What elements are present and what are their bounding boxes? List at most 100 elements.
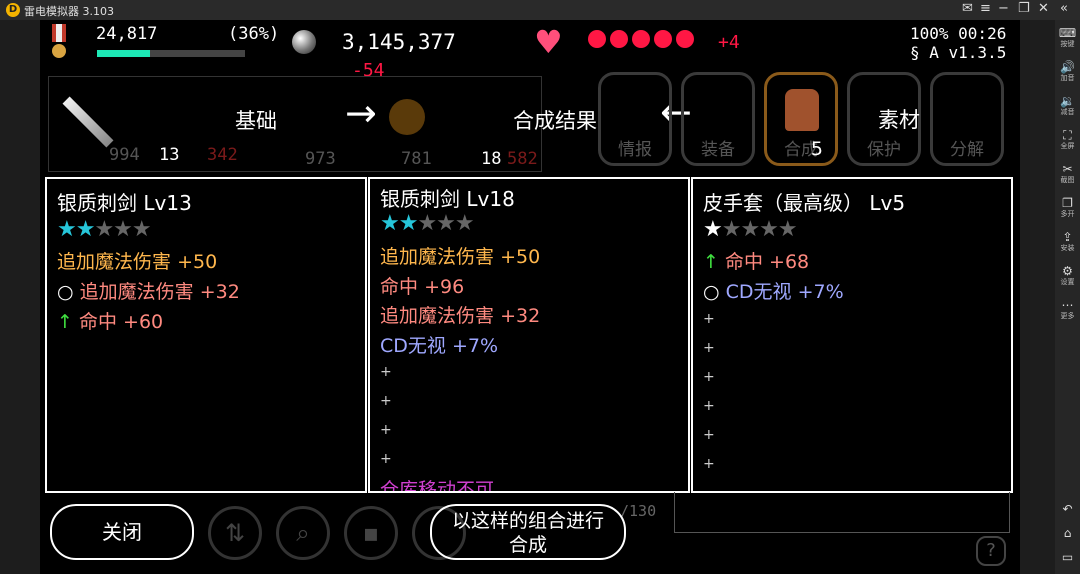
empty-slot: + (703, 456, 715, 472)
box-icon: ▪ (362, 519, 380, 547)
sidebar-item-2[interactable]: 🔉 减音 (1055, 94, 1080, 117)
stat-line: ○ 追加魔法伤害 +32 (57, 277, 240, 304)
life-dot (632, 30, 650, 48)
gem-count: 3,145,377 (342, 30, 456, 54)
stat-line: CD无视 +7% (380, 331, 498, 358)
tab-info[interactable]: 情报 (598, 72, 672, 166)
sword-icon (62, 96, 114, 148)
combine-strip: 994 13 342 基础 → 973 781 合成结果 18 582 (48, 76, 597, 172)
sidebar-icon: ⇪ (1062, 230, 1073, 244)
sidebar-label: 减音 (1060, 108, 1075, 116)
emulator-sidebar: ⌨ 按键 🔊 加音 🔉 减音 ⛶ 全屏 ✂ 截图 ❐ 多开 ⇪ 安装 ⚙ 设置 ⋯ 更多 ↶ ⌂ ▭ (1055, 20, 1080, 574)
item-name: 银质刺剑 (57, 191, 137, 215)
base-item-slot[interactable]: 994 13 (49, 77, 179, 167)
sidebar-icon: 🔊 (1060, 60, 1075, 74)
sidebar-item-1[interactable]: 🔊 加音 (1055, 60, 1080, 83)
item-level: Lv13 (143, 191, 192, 215)
heart-icon: ♥ (534, 23, 563, 61)
exp-percent: (36%) (228, 24, 280, 44)
sidebar-icon: ⚙ (1062, 264, 1073, 278)
tab-combine[interactable]: 合成 5 (764, 72, 838, 166)
help-button[interactable]: ? (976, 536, 1006, 566)
stat-value: +32 (199, 281, 240, 303)
item-title: 银质刺剑 Lv13 (57, 187, 192, 216)
empty-slot: + (380, 393, 392, 409)
sidebar-label: 全屏 (1060, 142, 1075, 150)
stat-line: 追加魔法伤害 +50 (380, 242, 540, 269)
collapse-sidebar-icon[interactable]: « (1060, 1, 1068, 16)
empty-slot: + (380, 422, 392, 438)
sort-button[interactable]: ⇅ (208, 506, 262, 560)
slot-value: 18 (481, 149, 502, 169)
empty-slot: + (380, 451, 392, 467)
life-dot (588, 30, 606, 48)
sidebar-icon: 🔉 (1060, 94, 1075, 108)
sort-icon: ⇅ (224, 519, 246, 547)
exp-bar (97, 50, 245, 57)
sidebar-item-6[interactable]: ⇪ 安装 (1055, 230, 1080, 253)
slot-value: 582 (507, 149, 538, 169)
back-icon[interactable]: ↶ (1055, 502, 1080, 516)
slot-value: 342 (207, 145, 238, 165)
stat-value: +60 (123, 311, 164, 333)
sidebar-label: 更多 (1060, 312, 1075, 320)
search-button[interactable]: ⌕ (276, 506, 330, 560)
mail-icon[interactable]: ✉ (962, 1, 973, 16)
sidebar-item-3[interactable]: ⛶ 全屏 (1055, 128, 1080, 151)
tab-count: 5 (810, 138, 823, 160)
empty-slot: + (703, 340, 715, 356)
close-button[interactable]: 关闭 (50, 504, 194, 560)
empty-slot: + (380, 364, 392, 380)
game-screen: 24,817 (36%) 3,145,377 -54 ♥ +4 100% 00:… (40, 20, 1020, 574)
stat-text: 追加魔法伤害 (380, 246, 495, 268)
lives-extra: +4 (718, 32, 740, 53)
slot-value: 781 (401, 149, 432, 169)
emulator-title-bar: D 雷电模拟器 3.103 ✉ ≡ − ❐ ✕ « (0, 0, 1080, 20)
base-label: 基础 (235, 109, 277, 133)
slot-value: 994 (109, 145, 140, 165)
base-item-panel: 银质刺剑 Lv13 ★★★★★ 追加魔法伤害 +50 ○ 追加魔法伤害 +32 … (45, 177, 367, 493)
sidebar-label: 设置 (1060, 278, 1075, 286)
item-name: 银质刺剑 (380, 187, 460, 211)
exp-bar-fill (97, 50, 151, 57)
item-name: 皮手套（最高级） (703, 191, 863, 215)
tab-equip[interactable]: 装备 (681, 72, 755, 166)
up-arrow-icon: ↑ (57, 311, 73, 333)
star-rating: ★★★★★ (57, 217, 152, 242)
life-dot (610, 30, 628, 48)
search-icon: ⌕ (296, 519, 310, 547)
stat-value: +7% (451, 335, 499, 357)
close-window-icon[interactable]: ✕ (1038, 1, 1049, 16)
sidebar-item-7[interactable]: ⚙ 设置 (1055, 264, 1080, 287)
confirm-combine-button[interactable]: 以这样的组合进行 合成 (430, 504, 626, 560)
empty-slot: + (703, 427, 715, 443)
menu-icon[interactable]: ≡ (980, 1, 991, 16)
ring-icon: ○ (703, 281, 720, 303)
recent-apps-icon[interactable]: ▭ (1055, 550, 1080, 564)
confirm-label-line1: 以这样的组合进行 (451, 510, 604, 532)
box-button[interactable]: ▪ (344, 506, 398, 560)
tab-label: 情报 (618, 140, 652, 160)
sidebar-label: 截图 (1060, 176, 1075, 184)
restore-icon[interactable]: ❐ (1018, 1, 1030, 16)
sidebar-item-4[interactable]: ✂ 截图 (1055, 162, 1080, 185)
sidebar-label: 按键 (1060, 40, 1075, 48)
sidebar-item-8[interactable]: ⋯ 更多 (1055, 298, 1080, 321)
tab-disassemble[interactable]: 分解 (930, 72, 1004, 166)
inventory-count: /130 (620, 502, 657, 520)
home-icon[interactable]: ⌂ (1055, 526, 1080, 540)
lives-dots (588, 30, 698, 52)
sidebar-icon: ⛶ (1063, 128, 1072, 142)
minimize-icon[interactable]: − (998, 1, 1009, 16)
life-dot (676, 30, 694, 48)
material-label: 素材 (878, 108, 920, 132)
sidebar-item-0[interactable]: ⌨ 按键 (1055, 26, 1080, 49)
up-arrow-icon: ↑ (703, 251, 719, 273)
sidebar-label: 加音 (1060, 74, 1075, 82)
inventory-box (674, 492, 1010, 533)
tab-label: 装备 (701, 140, 735, 160)
sidebar-item-5[interactable]: ❐ 多开 (1055, 196, 1080, 219)
star-rating: ★★★★★ (380, 211, 475, 236)
sidebar-icon: ❐ (1062, 196, 1073, 210)
stat-text: 命中 (724, 251, 763, 273)
